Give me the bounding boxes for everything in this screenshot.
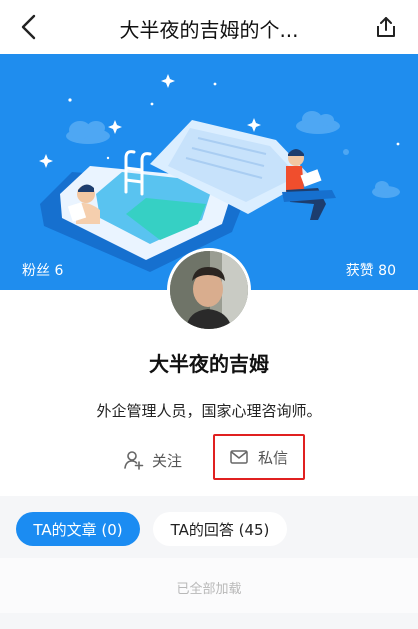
profile-name: 大半夜的吉姆 (149, 352, 269, 376)
private-message-button[interactable]: 私信 (213, 434, 305, 480)
tab-articles[interactable]: TA的文章 (0) (16, 512, 140, 546)
page-title: 大半夜的吉姆的个... (119, 18, 299, 42)
tab-answers[interactable]: TA的回答 (45) (153, 512, 287, 546)
top-bar: 大半夜的吉姆的个... (0, 0, 418, 54)
avatar-photo (170, 251, 248, 329)
avatar[interactable] (167, 248, 251, 332)
profile-bio: 外企管理人员，国家心理咨询师。 (96, 402, 322, 420)
follow-button[interactable]: 关注 (124, 446, 182, 474)
fans-count[interactable]: 粉丝 6 (22, 260, 63, 280)
share-button[interactable] (372, 13, 400, 41)
share-icon (377, 17, 395, 37)
envelope-icon (230, 450, 248, 464)
all-loaded-status: 已全部加载 (176, 582, 242, 597)
content-list: 已全部加载 (0, 558, 418, 613)
content-tabs-area: TA的文章 (0) TA的回答 (45) 已全部加载 (0, 496, 418, 629)
message-label: 私信 (257, 448, 288, 467)
add-user-icon (124, 451, 144, 470)
follow-label: 关注 (152, 451, 183, 470)
chevron-left-icon (21, 14, 36, 40)
back-button[interactable] (14, 12, 44, 42)
likes-count: 获赞 80 (345, 263, 396, 279)
